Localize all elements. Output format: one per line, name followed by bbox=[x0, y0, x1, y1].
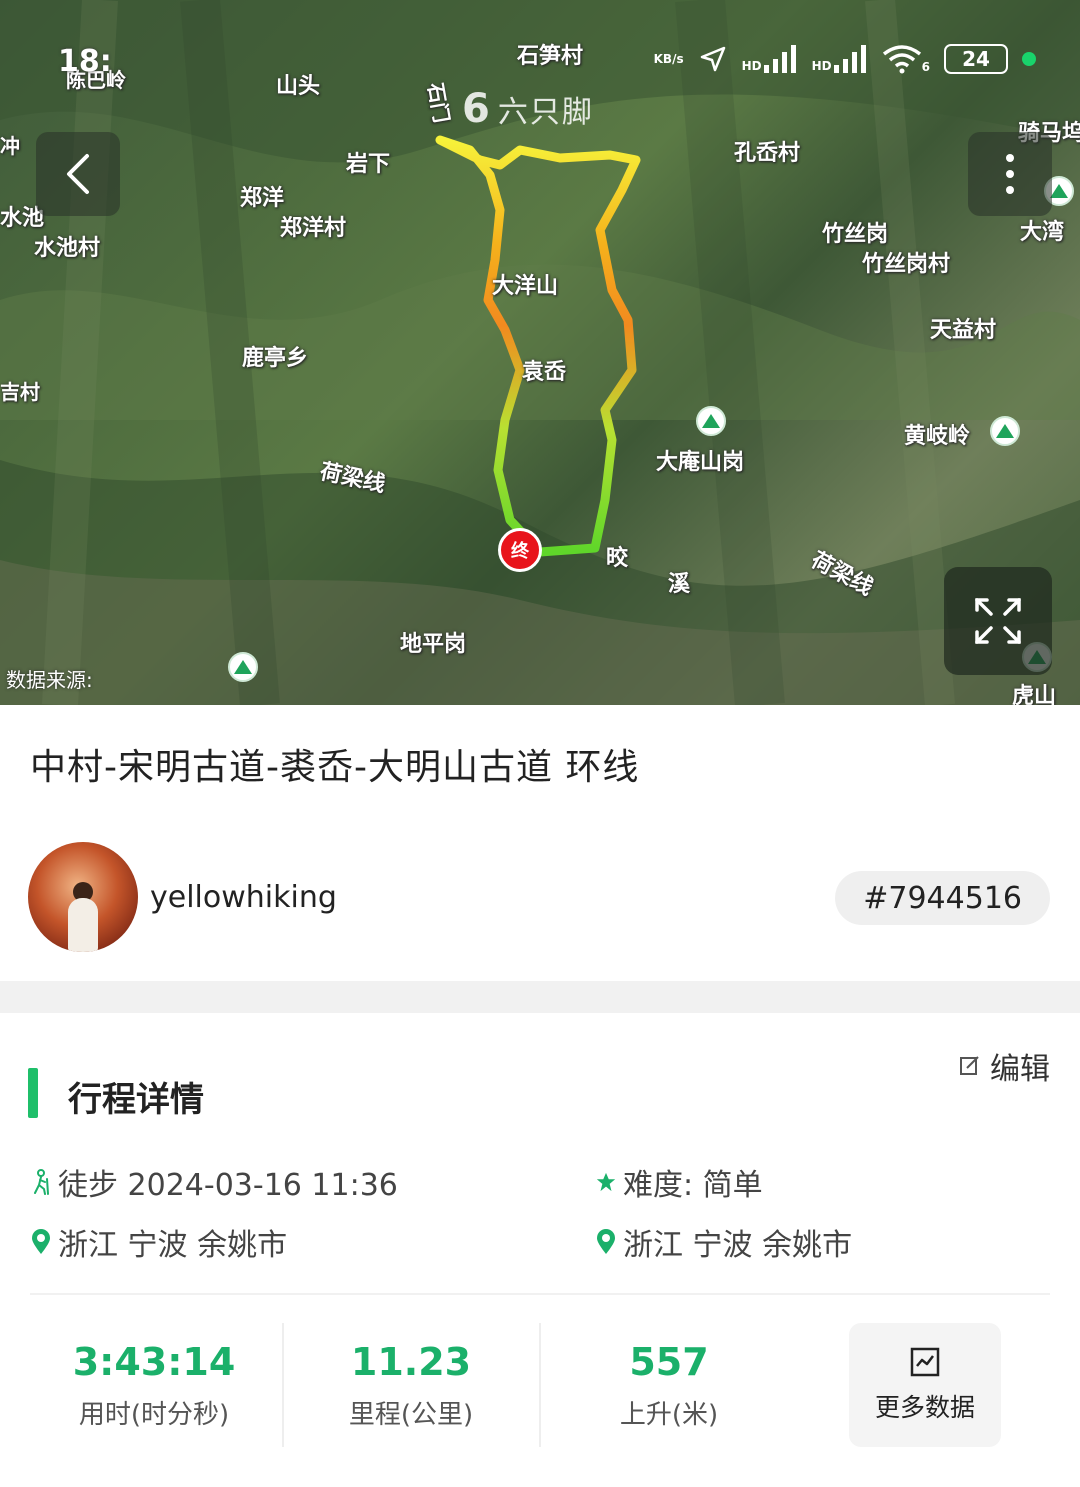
edit-icon bbox=[960, 1056, 979, 1075]
app-watermark: 6 六只脚 bbox=[462, 86, 594, 132]
duration-stat: 3:43:14 用时(时分秒) bbox=[34, 1340, 274, 1431]
mountain-peak-icon[interactable] bbox=[228, 652, 258, 682]
map-label: 大洋山 bbox=[492, 274, 559, 299]
expand-icon bbox=[975, 598, 1021, 644]
mountain-peak-icon[interactable] bbox=[696, 406, 726, 436]
more-vertical-icon bbox=[1006, 154, 1014, 194]
edit-label: 编辑 bbox=[990, 1052, 1050, 1087]
ascent-stat: 557 上升(米) bbox=[549, 1340, 789, 1431]
avatar[interactable] bbox=[28, 842, 138, 952]
map-label: 石笋村 bbox=[517, 44, 584, 69]
edit-button[interactable]: 编辑 bbox=[958, 1044, 1050, 1088]
more-options-button[interactable] bbox=[968, 132, 1052, 216]
duration-value: 3:43:14 bbox=[72, 1340, 236, 1384]
stat-divider bbox=[282, 1323, 284, 1447]
map-label: 郑洋村 bbox=[280, 216, 347, 241]
distance-value: 11.23 bbox=[350, 1340, 472, 1384]
signal-icon: HD bbox=[742, 45, 798, 73]
map-label: 郑洋 bbox=[240, 186, 285, 211]
map-label: 岩下 bbox=[346, 152, 391, 177]
end-location-text: 浙江 宁波 余姚市 bbox=[623, 1228, 853, 1263]
divider bbox=[30, 1293, 1050, 1295]
data-source-label: 数据来源: bbox=[6, 668, 93, 692]
battery-icon: 24 bbox=[944, 44, 1008, 74]
ascent-value: 557 bbox=[629, 1340, 709, 1384]
map-label: 溪 bbox=[668, 572, 691, 597]
signal-icon: HD bbox=[812, 45, 868, 73]
ascent-label: 上升(米) bbox=[619, 1400, 719, 1430]
hd-badge: HD bbox=[741, 59, 762, 73]
difficulty-info: 难度: 简单 bbox=[595, 1160, 763, 1204]
username[interactable]: yellowhiking bbox=[150, 880, 337, 915]
mountain-peak-icon[interactable] bbox=[990, 416, 1020, 446]
map-label: 鹿亭乡 bbox=[242, 346, 309, 371]
map-label: 地平岗 bbox=[400, 632, 467, 657]
more-data-button[interactable]: 更多数据 bbox=[849, 1323, 1001, 1447]
avatar-body bbox=[68, 898, 98, 952]
section-title: 行程详情 bbox=[68, 1080, 204, 1120]
map-label: 水池村 bbox=[34, 236, 101, 261]
line-chart-icon bbox=[910, 1347, 940, 1377]
section-divider bbox=[0, 981, 1080, 1013]
watermark-text: 六只脚 bbox=[497, 95, 594, 130]
start-location-text: 浙江 宁波 余姚市 bbox=[58, 1228, 288, 1263]
activity-info: 徒步 2024-03-16 11:36 bbox=[30, 1160, 398, 1204]
end-pin-icon bbox=[595, 1229, 617, 1254]
map-label: 黄岐岭 bbox=[904, 424, 971, 449]
map-label: 冲 bbox=[0, 134, 20, 158]
network-speed: KB/s bbox=[653, 52, 684, 66]
hd-badge: HD bbox=[811, 59, 832, 73]
map-label: 虎山 bbox=[1012, 684, 1057, 705]
wifi-badge: 6 bbox=[921, 60, 930, 74]
map-label: 山头 bbox=[276, 74, 321, 99]
route-map[interactable]: 石笋村 山头 郑洋 郑洋村 岩下 水池 水池村 孔岙村 骑马坞 竹丝岗 竹丝岗村… bbox=[0, 0, 1080, 705]
stat-divider bbox=[539, 1323, 541, 1447]
distance-stat: 11.23 里程(公里) bbox=[291, 1340, 531, 1431]
difficulty-text: 难度: 简单 bbox=[623, 1168, 763, 1203]
wifi-icon: 6 bbox=[882, 44, 930, 74]
more-data-label: 更多数据 bbox=[874, 1393, 975, 1422]
fullscreen-button[interactable] bbox=[944, 567, 1052, 675]
start-pin-icon bbox=[30, 1229, 52, 1254]
map-label: 吉村 bbox=[0, 380, 40, 404]
privacy-indicator-icon bbox=[1022, 52, 1036, 66]
map-label: 竹丝岗村 bbox=[862, 252, 951, 277]
section-accent-bar bbox=[28, 1068, 38, 1118]
six-feet-logo-icon: 6 bbox=[462, 86, 490, 132]
chevron-left-icon bbox=[67, 154, 89, 194]
status-bar-icons: KB/s HD HD 6 24 bbox=[654, 44, 1036, 74]
start-location-info: 浙江 宁波 余姚市 bbox=[30, 1220, 287, 1264]
map-label: 大湾 bbox=[1020, 220, 1065, 245]
difficulty-icon bbox=[595, 1171, 617, 1193]
route-id-badge[interactable]: #7944516 bbox=[835, 871, 1050, 925]
distance-label: 里程(公里) bbox=[348, 1400, 474, 1430]
map-label: 天益村 bbox=[930, 318, 997, 343]
end-location-info: 浙江 宁波 余姚市 bbox=[595, 1220, 852, 1264]
map-label: 孔岙村 bbox=[734, 141, 801, 166]
map-label: 晈 bbox=[606, 546, 629, 571]
map-label: 大庵山岗 bbox=[656, 450, 745, 475]
back-button[interactable] bbox=[36, 132, 120, 216]
end-marker[interactable]: 终 bbox=[498, 528, 542, 572]
location-arrow-icon bbox=[700, 46, 725, 72]
map-label: 袁岙 bbox=[522, 360, 567, 385]
activity-text: 徒步 2024-03-16 11:36 bbox=[58, 1168, 398, 1203]
hiking-icon bbox=[30, 1169, 52, 1195]
duration-label: 用时(时分秒) bbox=[78, 1400, 230, 1430]
map-label: 竹丝岗 bbox=[822, 222, 889, 247]
route-title: 中村-宋明古道-裘岙-大明山古道 环线 bbox=[30, 747, 640, 788]
status-time: 18: bbox=[58, 44, 112, 79]
